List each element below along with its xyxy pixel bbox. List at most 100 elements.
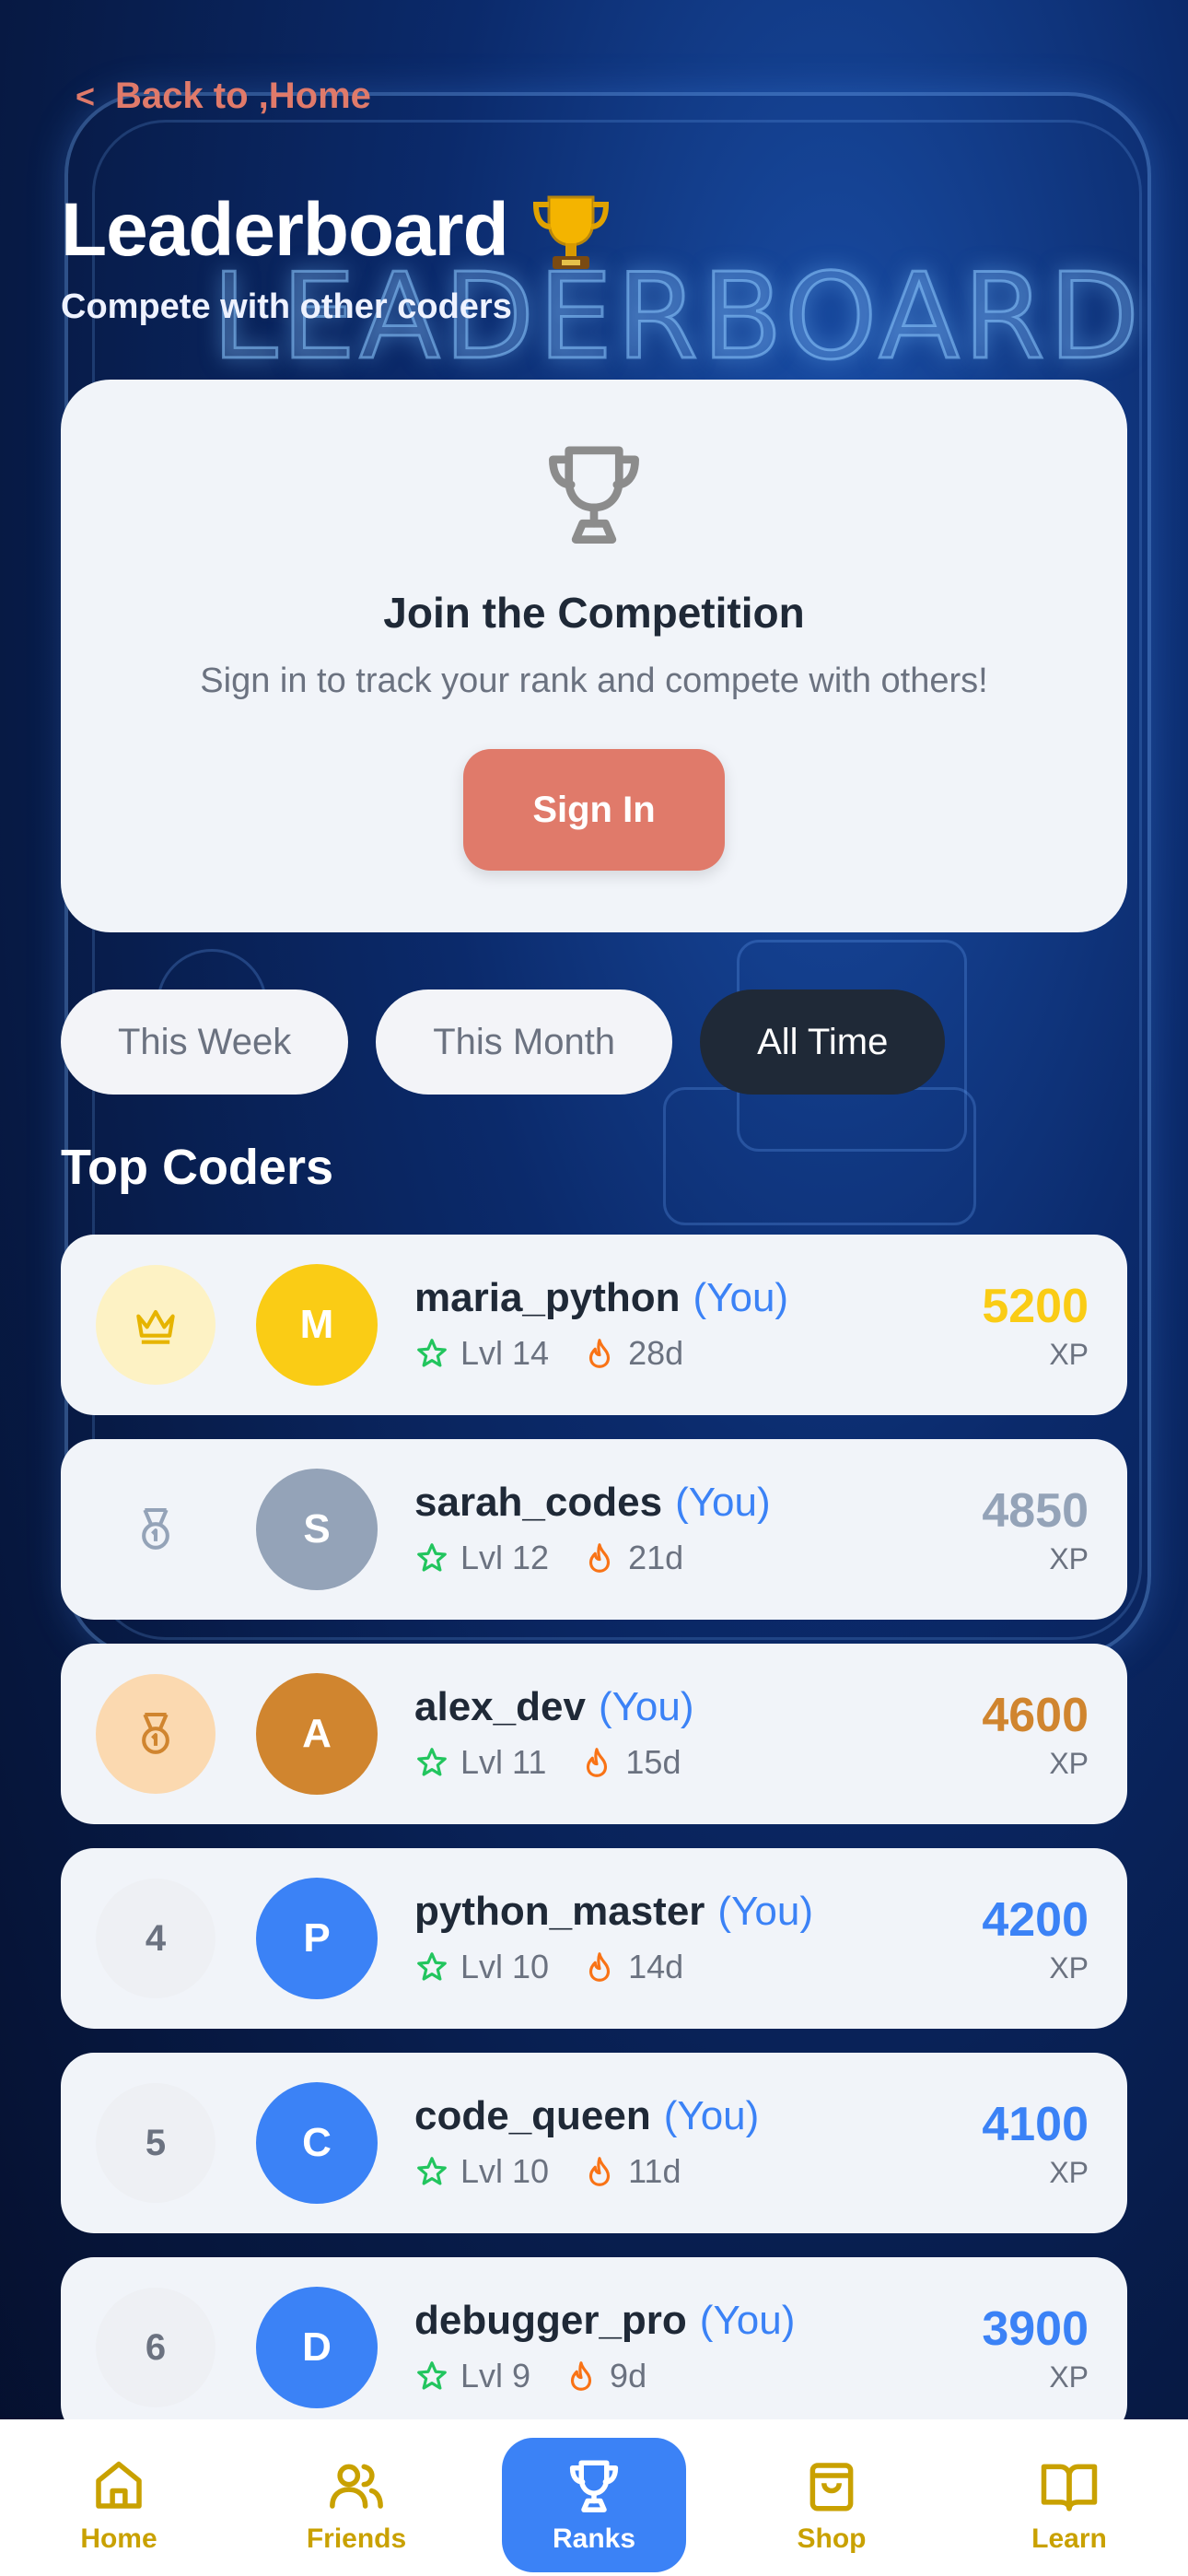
xp-value: 4100 xyxy=(982,2098,1089,2151)
streak-text: 21d xyxy=(628,1539,684,1576)
avatar: S xyxy=(256,1469,378,1590)
star-icon xyxy=(417,1543,447,1572)
xp-block: 4600 XP xyxy=(982,1688,1089,1781)
username: debugger_pro xyxy=(414,2298,687,2343)
tab-this-month[interactable]: This Month xyxy=(376,989,673,1095)
join-title: Join the Competition xyxy=(383,589,805,637)
xp-value: 3900 xyxy=(982,2302,1089,2356)
streak-text: 28d xyxy=(628,1334,684,1372)
level-text: Lvl 14 xyxy=(460,1334,550,1372)
streak-text: 11d xyxy=(628,2152,681,2190)
nav-shop[interactable]: Shop xyxy=(740,2438,924,2572)
rank-badge: 5 xyxy=(96,2083,215,2203)
book-icon xyxy=(1041,2464,1098,2512)
username: maria_python xyxy=(414,1275,681,1320)
nav-friends-label: Friends xyxy=(306,2523,407,2554)
flame-icon xyxy=(588,1543,611,1573)
xp-block: 3900 XP xyxy=(982,2301,1089,2395)
avatar: P xyxy=(256,1878,378,1999)
nav-ranks-label: Ranks xyxy=(552,2523,636,2554)
avatar: D xyxy=(256,2287,378,2408)
coder-info: debugger_pro (You) Lvl 9 9d xyxy=(414,2298,795,2395)
trophy-emoji-icon xyxy=(532,195,609,269)
table-row[interactable]: Aalex_dev (You) Lvl 11 15d 4600 XP xyxy=(61,1644,1127,1824)
nav-ranks[interactable]: Ranks xyxy=(502,2438,686,2572)
coder-info: code_queen (You) Lvl 10 11d xyxy=(414,2093,759,2191)
table-row[interactable]: 4 Ppython_master (You) Lvl 10 14d 4200 XP xyxy=(61,1848,1127,2029)
friends-icon xyxy=(330,2464,383,2509)
star-icon xyxy=(417,2157,447,2185)
rank-badge xyxy=(96,1469,215,1589)
bottom-navigation: Home Friends Ranks Shop Learn xyxy=(0,2419,1188,2576)
nav-home[interactable]: Home xyxy=(27,2438,211,2572)
avatar: C xyxy=(256,2082,378,2204)
table-row[interactable]: 5 Ccode_queen (You) Lvl 10 11d 4100 XP xyxy=(61,2053,1127,2233)
star-icon xyxy=(417,1339,447,1367)
chevron-left-icon: < xyxy=(76,76,96,115)
avatar: A xyxy=(256,1673,378,1795)
leaderboard-list: Mmaria_python (You) Lvl 14 28d 5200 XP Ssarah_… xyxy=(61,1235,1127,2462)
coder-meta: Lvl 10 14d xyxy=(414,1948,813,1986)
you-tag: (You) xyxy=(693,1275,789,1320)
xp-value: 4200 xyxy=(982,1893,1089,1947)
medal-icon xyxy=(142,1507,169,1550)
xp-block: 4100 XP xyxy=(982,2097,1089,2190)
flame-icon xyxy=(570,2361,592,2391)
you-tag: (You) xyxy=(598,1684,694,1729)
username: sarah_codes xyxy=(414,1480,663,1525)
tab-all-time[interactable]: All Time xyxy=(700,989,946,1095)
star-icon xyxy=(417,2361,447,2390)
rank-number: 6 xyxy=(145,2326,167,2368)
streak-text: 14d xyxy=(628,1948,684,1985)
level-text: Lvl 11 xyxy=(460,1743,547,1781)
back-to-home-link[interactable]: < Back to ,Home xyxy=(76,76,371,117)
coder-meta: Lvl 12 21d xyxy=(414,1539,771,1577)
time-filter-tabs: This Week This Month All Time xyxy=(61,989,946,1095)
xp-value: 4850 xyxy=(982,1484,1089,1538)
xp-unit: XP xyxy=(1049,1951,1089,1985)
coder-info: maria_python (You) Lvl 14 28d xyxy=(414,1275,788,1373)
star-icon xyxy=(417,1952,447,1981)
nav-shop-label: Shop xyxy=(797,2523,867,2554)
page-title: Leaderboard xyxy=(61,184,617,276)
tab-this-week[interactable]: This Week xyxy=(61,989,349,1095)
nav-learn[interactable]: Learn xyxy=(977,2438,1161,2572)
xp-value: 5200 xyxy=(982,1280,1089,1333)
xp-unit: XP xyxy=(1049,2156,1089,2189)
level-text: Lvl 10 xyxy=(460,2152,550,2190)
table-row[interactable]: Ssarah_codes (You) Lvl 12 21d 4850 XP xyxy=(61,1439,1127,1620)
coder-meta: Lvl 14 28d xyxy=(414,1334,788,1373)
rank-badge: 6 xyxy=(96,2288,215,2407)
xp-value: 4600 xyxy=(982,1689,1089,1742)
xp-unit: XP xyxy=(1049,2360,1089,2394)
you-tag: (You) xyxy=(699,2298,796,2343)
username: python_master xyxy=(414,1889,705,1934)
flame-icon xyxy=(588,2157,611,2186)
streak-text: 9d xyxy=(610,2357,647,2395)
coder-meta: Lvl 10 11d xyxy=(414,2152,759,2191)
xp-block: 4200 XP xyxy=(982,1892,1089,1985)
page-subtitle: Compete with other coders xyxy=(61,287,512,326)
xp-unit: XP xyxy=(1049,1747,1089,1780)
table-row[interactable]: 6 Ddebugger_pro (You) Lvl 9 9d 3900 XP xyxy=(61,2257,1127,2438)
trophy-icon xyxy=(569,2460,619,2512)
section-title: Top Coders xyxy=(61,1140,333,1195)
sign-in-button[interactable]: Sign In xyxy=(463,749,725,871)
table-row[interactable]: Mmaria_python (You) Lvl 14 28d 5200 XP xyxy=(61,1235,1127,1415)
trophy-outline-icon xyxy=(549,446,639,544)
level-text: Lvl 12 xyxy=(460,1539,550,1576)
star-icon xyxy=(417,1748,447,1776)
rank-number: 5 xyxy=(145,2122,167,2163)
nav-home-label: Home xyxy=(80,2523,157,2554)
join-description: Sign in to track your rank and compete w… xyxy=(200,662,988,700)
rank-badge xyxy=(96,1674,215,1794)
nav-friends[interactable]: Friends xyxy=(264,2438,448,2572)
xp-block: 5200 XP xyxy=(982,1279,1089,1372)
back-label: Back to ,Home xyxy=(115,76,371,116)
xp-unit: XP xyxy=(1049,1338,1089,1371)
coder-info: python_master (You) Lvl 10 14d xyxy=(414,1889,813,1986)
avatar: M xyxy=(256,1264,378,1386)
coder-meta: Lvl 9 9d xyxy=(414,2357,795,2395)
streak-text: 15d xyxy=(625,1743,681,1781)
crown-icon xyxy=(136,1309,175,1344)
